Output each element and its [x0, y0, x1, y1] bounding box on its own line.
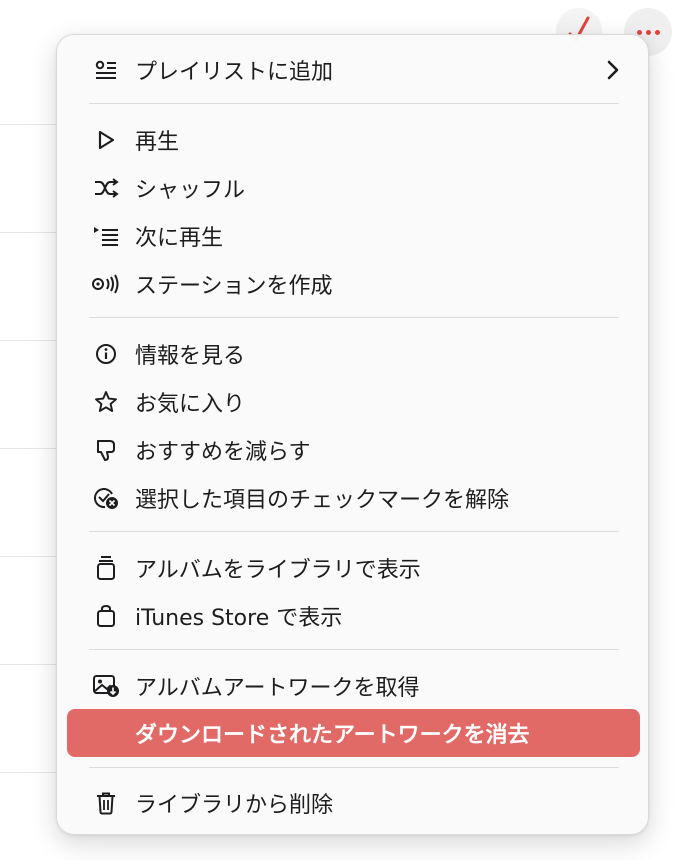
menu-item-label: おすすめを減らす: [135, 440, 311, 465]
background-divider: [0, 664, 60, 665]
menu-separator: [89, 103, 619, 104]
menu-separator: [89, 649, 619, 650]
info-icon: [91, 341, 121, 367]
album-library-icon: [91, 555, 121, 581]
playlist-add-icon: [91, 57, 121, 83]
menu-separator: [89, 317, 619, 318]
background-divider: [0, 232, 60, 233]
menu-item-label: アルバムアートワークを取得: [135, 676, 420, 701]
background-divider: [0, 448, 60, 449]
menu-item-favorite[interactable]: お気に入り: [67, 382, 640, 422]
chevron-right-icon: [607, 60, 619, 80]
menu-item-label: 選択した項目のチェックマークを解除: [135, 488, 510, 513]
play-icon: [91, 127, 121, 153]
artwork-download-icon: [91, 673, 121, 699]
menu-item-icon-placeholder: [91, 720, 121, 746]
uncheck-icon: [91, 485, 121, 511]
thumbs-down-icon: [91, 437, 121, 463]
menu-item-suggest-less[interactable]: おすすめを減らす: [67, 430, 640, 470]
shuffle-icon: [91, 175, 121, 201]
menu-item-delete-from-library[interactable]: ライブラリから削除: [67, 783, 640, 823]
menu-item-label: アルバムをライブラリで表示: [135, 558, 421, 583]
menu-item-create-station[interactable]: ステーションを作成: [67, 264, 640, 304]
menu-item-label: お気に入り: [135, 392, 246, 417]
background-divider: [0, 340, 60, 341]
menu-item-uncheck-selection[interactable]: 選択した項目のチェックマークを解除: [67, 478, 640, 518]
station-icon: [91, 271, 121, 297]
ellipsis-icon: [636, 29, 642, 35]
menu-item-get-info[interactable]: 情報を見る: [67, 334, 640, 374]
ellipsis-dot: [654, 29, 660, 35]
background-divider: [0, 556, 60, 557]
menu-item-play-next[interactable]: 次に再生: [67, 216, 640, 256]
menu-item-label: シャッフル: [135, 178, 246, 203]
menu-separator: [89, 531, 619, 532]
menu-separator: [89, 767, 619, 768]
menu-item-label: iTunes Store で表示: [135, 606, 343, 631]
ellipsis-dot: [645, 29, 651, 35]
trash-icon: [91, 790, 121, 816]
menu-item-show-in-itunes-store[interactable]: iTunes Store で表示: [67, 596, 640, 636]
background-divider: [0, 124, 60, 125]
menu-item-label: ステーションを作成: [135, 274, 333, 299]
menu-item-clear-downloaded-artwork[interactable]: ダウンロードされたアートワークを消去: [67, 709, 640, 757]
store-bag-icon: [91, 603, 121, 629]
menu-item-label: 情報を見る: [135, 344, 246, 369]
context-menu: プレイリストに追加 再生 シャッフル 次に再生 ステーションを作成 情報を見る …: [56, 34, 649, 835]
menu-item-label: 再生: [135, 130, 180, 155]
menu-item-label: 次に再生: [135, 226, 224, 251]
menu-item-show-album-in-library[interactable]: アルバムをライブラリで表示: [67, 548, 640, 588]
star-icon: [91, 389, 121, 415]
menu-item-play[interactable]: 再生: [67, 120, 640, 160]
menu-item-label: ライブラリから削除: [135, 793, 334, 818]
menu-item-label: プレイリストに追加: [135, 60, 334, 85]
menu-item-label: ダウンロードされたアートワークを消去: [135, 723, 530, 748]
screen: プレイリストに追加 再生 シャッフル 次に再生 ステーションを作成 情報を見る …: [0, 0, 678, 860]
background-divider: [0, 772, 60, 773]
menu-item-add-to-playlist[interactable]: プレイリストに追加: [67, 50, 640, 90]
menu-item-shuffle[interactable]: シャッフル: [67, 168, 640, 208]
play-next-icon: [91, 223, 121, 249]
menu-item-get-album-artwork[interactable]: アルバムアートワークを取得: [67, 666, 640, 706]
